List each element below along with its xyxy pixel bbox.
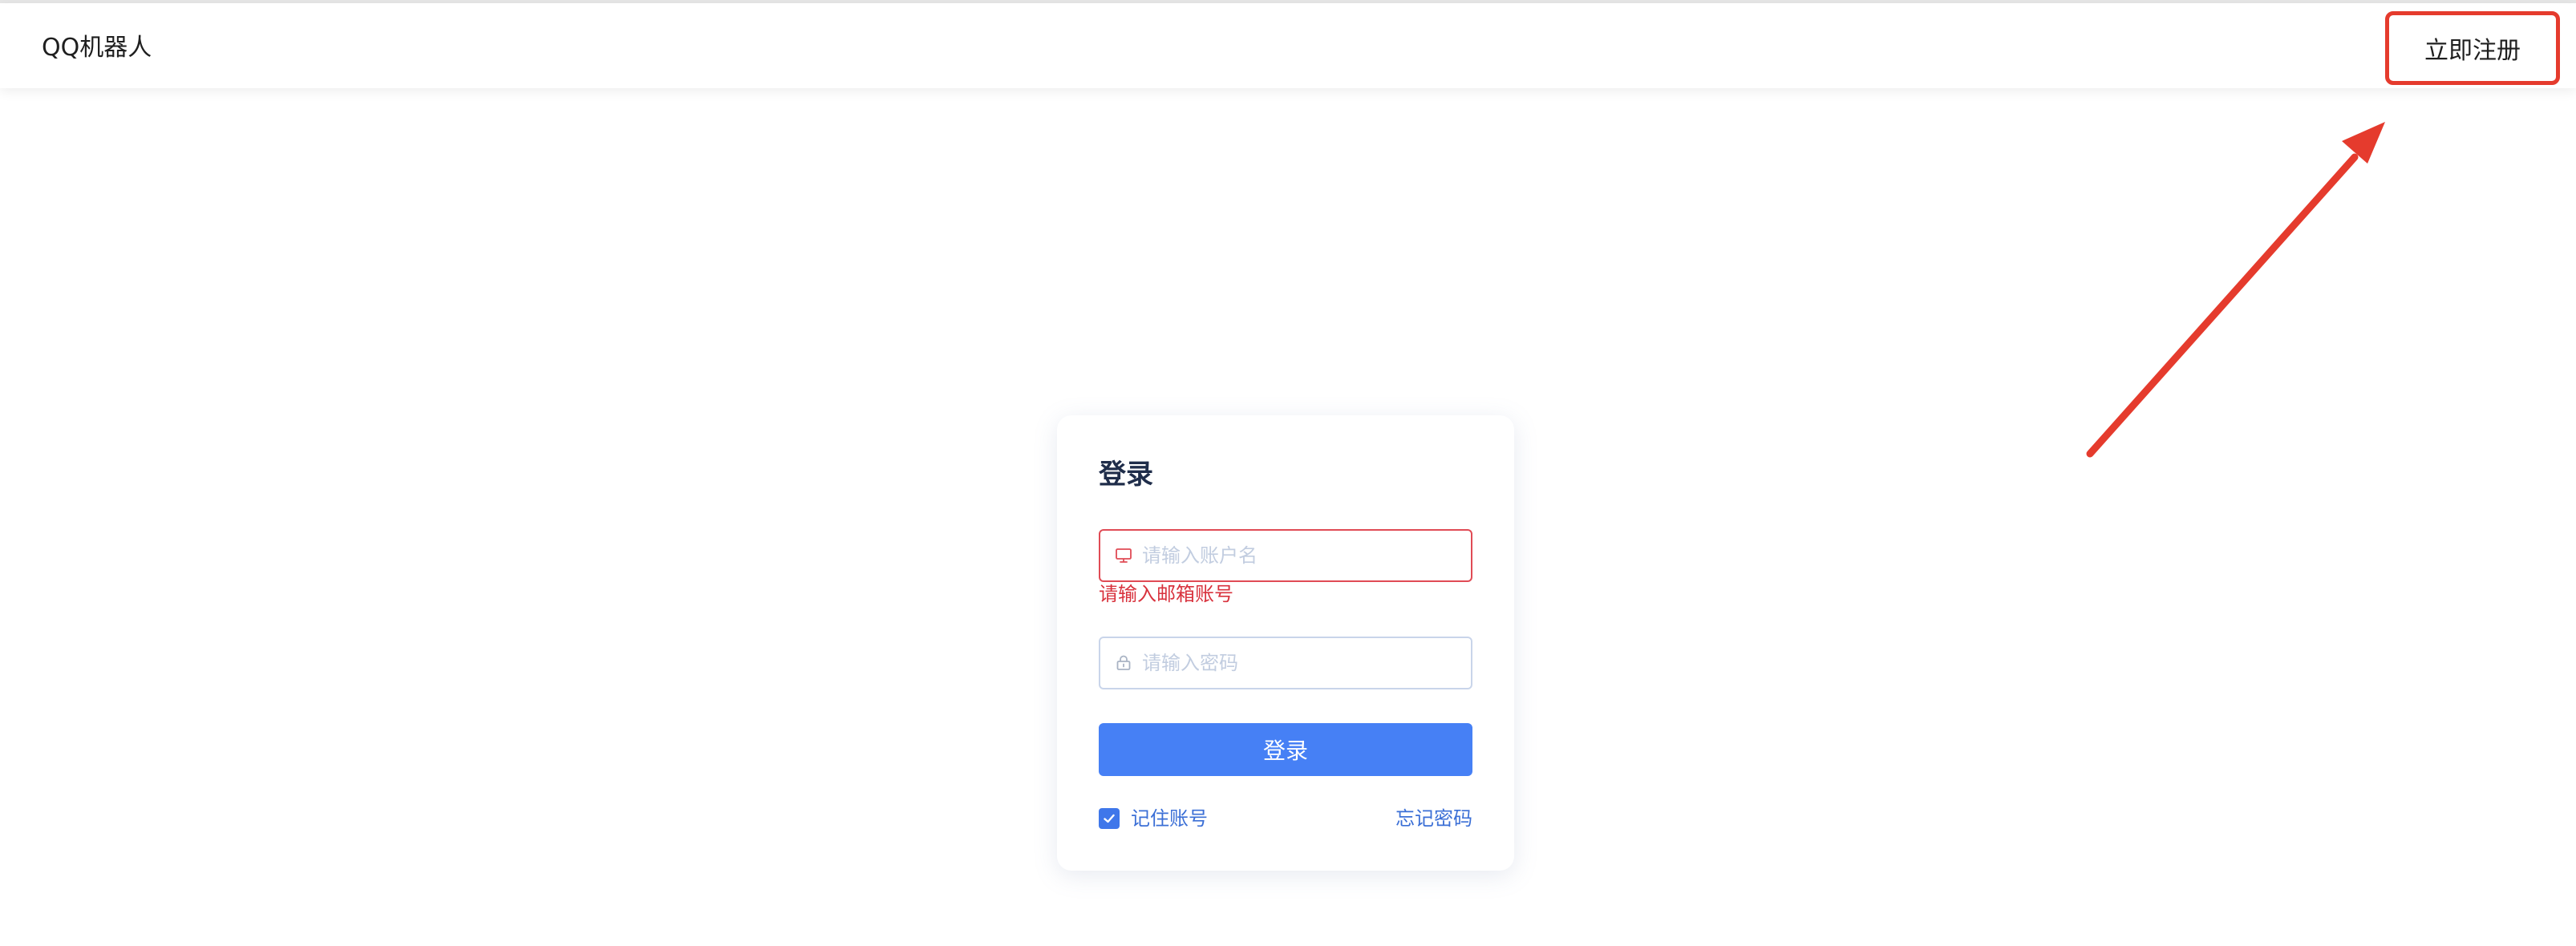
check-icon[interactable] [1099,808,1120,829]
forgot-password-link[interactable]: 忘记密码 [1395,805,1472,832]
lock-icon [1112,651,1136,675]
remember-account-checkbox[interactable]: 记住账号 [1099,805,1208,832]
login-title: 登录 [1099,459,1153,491]
register-label: 立即注册 [2424,37,2521,65]
top-header: QQ机器人 立即注册 [0,3,2576,88]
remember-account-label: 记住账号 [1131,807,1208,830]
login-button[interactable]: 登录 [1099,723,1472,776]
password-field[interactable] [1099,637,1472,689]
register-link[interactable]: 立即注册 [2385,11,2560,85]
username-error-message: 请输入邮箱账号 [1099,583,1233,605]
app-title: QQ机器人 [42,34,152,62]
username-field[interactable] [1099,529,1472,582]
monitor-icon [1112,544,1136,568]
password-input[interactable] [1142,647,1463,679]
username-input[interactable] [1142,540,1463,572]
login-card: 登录 请输入邮箱账号 登录 记住账号 忘记 [1057,415,1514,871]
